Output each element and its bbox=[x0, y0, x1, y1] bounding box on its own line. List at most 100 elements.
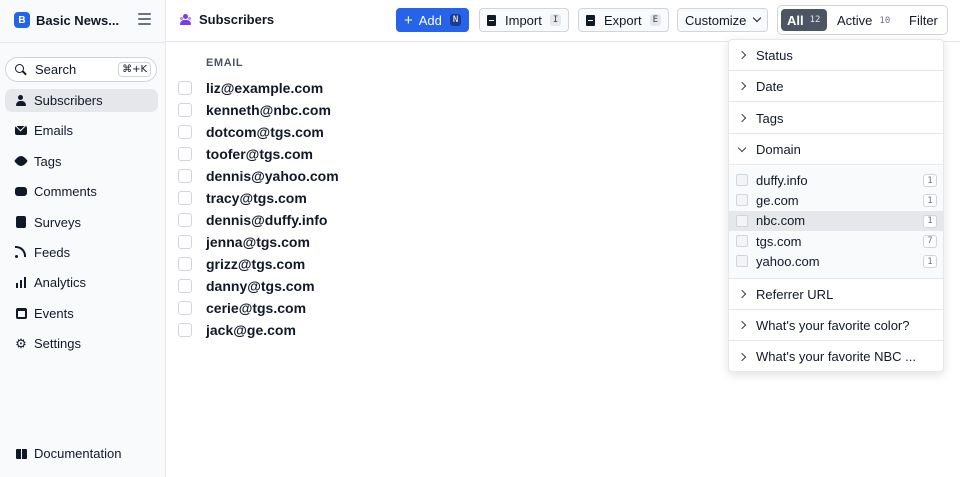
bar-chart-icon bbox=[15, 277, 27, 289]
sidebar-toggle-icon[interactable] bbox=[138, 13, 151, 25]
domain-option-tgs[interactable]: tgs.com 7 bbox=[729, 231, 943, 251]
sidebar-divider bbox=[0, 42, 165, 43]
customize-button[interactable]: Customize bbox=[677, 8, 769, 32]
filter-button[interactable]: Filter bbox=[909, 13, 938, 28]
email-cell[interactable]: grizz@tgs.com bbox=[206, 256, 305, 272]
domain-checkbox[interactable] bbox=[736, 194, 748, 207]
row-checkbox[interactable] bbox=[178, 147, 192, 161]
table-row[interactable]: jack@ge.com bbox=[178, 319, 718, 341]
row-checkbox[interactable] bbox=[178, 103, 192, 117]
comments-icon bbox=[15, 186, 27, 198]
sidebar-item-comments[interactable]: Comments bbox=[5, 180, 158, 203]
sidebar-item-surveys[interactable]: Surveys bbox=[5, 211, 158, 234]
domain-checkbox[interactable] bbox=[736, 255, 748, 268]
add-shortcut: N bbox=[449, 14, 462, 26]
chevron-down-icon bbox=[753, 13, 762, 23]
export-button[interactable]: Export E bbox=[578, 8, 669, 32]
table-row[interactable]: dennis@yahoo.com bbox=[178, 165, 718, 187]
segment-control: All 12 Active 10 Filter bbox=[777, 5, 948, 35]
plus-icon: + bbox=[404, 11, 413, 29]
row-checkbox[interactable] bbox=[178, 301, 192, 315]
email-cell[interactable]: toofer@tgs.com bbox=[206, 146, 313, 162]
row-checkbox[interactable] bbox=[178, 235, 192, 249]
brand-logo: B bbox=[14, 12, 30, 28]
sidebar-item-events[interactable]: Events bbox=[5, 302, 158, 325]
filter-section-tags[interactable]: Tags bbox=[729, 103, 943, 134]
chevron-right-icon bbox=[737, 289, 747, 299]
row-checkbox[interactable] bbox=[178, 323, 192, 337]
column-header-email[interactable]: EMAIL bbox=[206, 57, 243, 69]
domain-option-duffy[interactable]: duffy.info 1 bbox=[729, 170, 943, 190]
segment-all-label: All bbox=[787, 12, 804, 28]
domain-checkbox[interactable] bbox=[736, 214, 748, 227]
row-checkbox[interactable] bbox=[178, 125, 192, 139]
table-row[interactable]: cerie@tgs.com bbox=[178, 297, 718, 319]
users-icon bbox=[15, 94, 27, 107]
domain-checkbox[interactable] bbox=[736, 235, 748, 248]
domain-option-nbc[interactable]: nbc.com 1 bbox=[729, 210, 943, 231]
table-row[interactable]: toofer@tgs.com bbox=[178, 143, 718, 165]
domain-checkbox[interactable] bbox=[736, 174, 748, 187]
filter-section-status[interactable]: Status bbox=[729, 40, 943, 71]
filter-section-domain[interactable]: Domain bbox=[729, 134, 943, 165]
row-checkbox[interactable] bbox=[178, 257, 192, 271]
brand[interactable]: B Basic News... bbox=[14, 10, 119, 30]
table-row[interactable]: danny@tgs.com bbox=[178, 275, 718, 297]
search-label: Search bbox=[35, 62, 77, 77]
page-title-group: Subscribers bbox=[179, 12, 274, 27]
email-cell[interactable]: kenneth@nbc.com bbox=[206, 102, 331, 118]
mail-icon bbox=[15, 125, 27, 137]
table-row[interactable]: tracy@tgs.com bbox=[178, 187, 718, 209]
email-cell[interactable]: dotcom@tgs.com bbox=[206, 124, 324, 140]
sidebar-item-feeds[interactable]: Feeds bbox=[5, 241, 158, 264]
row-checkbox[interactable] bbox=[178, 81, 192, 95]
domain-options: duffy.info 1 ge.com 1 nbc.com 1 tgs.com … bbox=[729, 166, 943, 279]
filter-section-favorite-color[interactable]: What's your favorite color? bbox=[729, 310, 943, 341]
segment-active-label: Active bbox=[837, 13, 873, 28]
email-cell[interactable]: dennis@yahoo.com bbox=[206, 168, 339, 184]
sidebar-item-label: Analytics bbox=[34, 275, 87, 291]
gear-icon: ⚙ bbox=[15, 336, 27, 352]
domain-label: nbc.com bbox=[756, 213, 806, 229]
row-checkbox[interactable] bbox=[178, 191, 192, 205]
sidebar-item-tags[interactable]: Tags bbox=[5, 150, 158, 173]
table-row[interactable]: dennis@duffy.info bbox=[178, 209, 718, 231]
row-checkbox[interactable] bbox=[178, 279, 192, 293]
table-row[interactable]: jenna@tgs.com bbox=[178, 231, 718, 253]
table-row[interactable]: dotcom@tgs.com bbox=[178, 121, 718, 143]
sidebar-item-subscribers[interactable]: Subscribers bbox=[5, 89, 158, 112]
sidebar-item-label: Emails bbox=[34, 123, 74, 139]
filter-section-date[interactable]: Date bbox=[729, 71, 943, 102]
search-button[interactable]: Search ⌘+K bbox=[5, 57, 157, 82]
sidebar-item-settings[interactable]: ⚙ Settings bbox=[5, 332, 158, 355]
email-cell[interactable]: tracy@tgs.com bbox=[206, 190, 307, 206]
documentation-link[interactable]: Documentation bbox=[15, 446, 121, 461]
row-checkbox[interactable] bbox=[178, 213, 192, 227]
documentation-label: Documentation bbox=[34, 446, 122, 461]
email-cell[interactable]: liz@example.com bbox=[206, 80, 323, 96]
domain-option-ge[interactable]: ge.com 1 bbox=[729, 190, 943, 210]
segment-active[interactable]: Active 10 bbox=[837, 13, 890, 28]
filter-section-favorite-nbc[interactable]: What's your favorite NBC ... bbox=[729, 341, 943, 372]
import-button[interactable]: Import I bbox=[479, 8, 570, 32]
sidebar-item-emails[interactable]: Emails bbox=[5, 119, 158, 142]
table-row[interactable]: kenneth@nbc.com bbox=[178, 99, 718, 121]
email-cell[interactable]: dennis@duffy.info bbox=[206, 212, 328, 228]
row-checkbox[interactable] bbox=[178, 169, 192, 183]
import-button-label: Import bbox=[505, 12, 542, 28]
segment-all[interactable]: All 12 bbox=[781, 9, 827, 31]
add-button[interactable]: + Add N bbox=[396, 8, 470, 32]
users-icon bbox=[179, 13, 191, 26]
table-row[interactable]: liz@example.com bbox=[178, 77, 718, 99]
email-cell[interactable]: jenna@tgs.com bbox=[206, 234, 310, 250]
sidebar-item-analytics[interactable]: Analytics bbox=[5, 271, 158, 294]
email-cell[interactable]: cerie@tgs.com bbox=[206, 300, 306, 316]
domain-label: tgs.com bbox=[756, 233, 802, 249]
email-cell[interactable]: danny@tgs.com bbox=[206, 278, 315, 294]
sidebar-nav: Subscribers Emails Tags Comments Surveys… bbox=[5, 89, 158, 363]
domain-option-yahoo[interactable]: yahoo.com 1 bbox=[729, 251, 943, 271]
table-row[interactable]: grizz@tgs.com bbox=[178, 253, 718, 275]
calendar-icon bbox=[15, 307, 27, 319]
email-cell[interactable]: jack@ge.com bbox=[206, 322, 296, 338]
filter-section-referrer[interactable]: Referrer URL bbox=[729, 279, 943, 310]
